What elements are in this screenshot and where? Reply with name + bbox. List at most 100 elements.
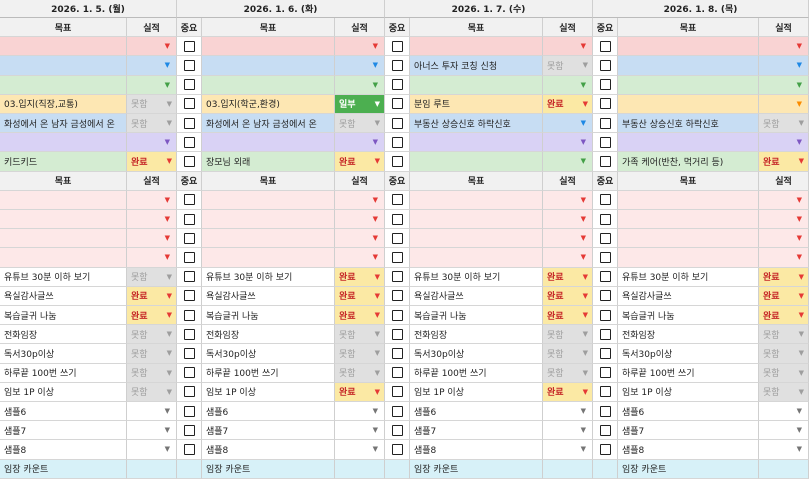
goal-cell[interactable] bbox=[410, 210, 543, 230]
goal-cell[interactable] bbox=[0, 133, 127, 153]
chevron-down-icon[interactable]: ▼ bbox=[799, 311, 804, 319]
status-chip[interactable]: 일부 ▼ bbox=[335, 94, 384, 113]
goal-cell[interactable]: 독서30p이상 bbox=[0, 344, 127, 364]
importance-checkbox-cell[interactable] bbox=[177, 248, 202, 268]
result-dropdown[interactable]: ▼ bbox=[759, 402, 809, 422]
importance-checkbox-cell[interactable] bbox=[385, 56, 410, 76]
goal-cell[interactable]: 임보 1P 이상 bbox=[618, 382, 759, 402]
chevron-down-icon[interactable]: ▼ bbox=[167, 388, 172, 396]
goal-cell[interactable]: 분임 루트 bbox=[410, 94, 543, 114]
checkbox-icon[interactable] bbox=[183, 424, 195, 436]
checkbox-icon[interactable] bbox=[391, 213, 403, 225]
result-dropdown[interactable]: 못함 ▼ bbox=[335, 325, 385, 345]
result-dropdown[interactable]: 못함 ▼ bbox=[759, 114, 809, 134]
chevron-down-icon[interactable]: ▼ bbox=[167, 292, 172, 300]
checkbox-icon[interactable] bbox=[599, 40, 611, 52]
result-dropdown[interactable]: ▼ bbox=[759, 94, 809, 114]
importance-checkbox-cell[interactable] bbox=[385, 152, 410, 172]
chevron-down-icon[interactable]: ▼ bbox=[375, 369, 380, 377]
importance-checkbox-cell[interactable] bbox=[593, 56, 618, 76]
goal-cell[interactable]: 샘플6 bbox=[410, 402, 543, 422]
importance-checkbox-cell[interactable] bbox=[593, 210, 618, 230]
result-dropdown[interactable]: ▼ bbox=[127, 210, 177, 230]
chevron-down-icon[interactable]: ▼ bbox=[375, 388, 380, 396]
goal-cell[interactable]: 하루끝 100번 쓰기 bbox=[410, 363, 543, 383]
status-chip[interactable]: 못함 ▼ bbox=[335, 114, 384, 133]
checkbox-icon[interactable] bbox=[391, 309, 403, 321]
result-dropdown[interactable]: 완료 ▼ bbox=[127, 152, 177, 172]
importance-checkbox-cell[interactable] bbox=[385, 363, 410, 383]
goal-cell[interactable] bbox=[202, 229, 335, 249]
result-dropdown[interactable]: 완료 ▼ bbox=[335, 267, 385, 287]
result-dropdown[interactable]: 못함 ▼ bbox=[543, 56, 593, 76]
status-chip[interactable]: 완료 ▼ bbox=[335, 286, 384, 305]
goal-cell[interactable]: 샘플8 bbox=[0, 440, 127, 460]
importance-checkbox-cell[interactable] bbox=[593, 306, 618, 326]
importance-checkbox-cell[interactable] bbox=[593, 229, 618, 249]
chevron-down-icon[interactable]: ▼ bbox=[165, 407, 170, 415]
goal-cell[interactable]: 유튜브 30분 이하 보기 bbox=[202, 267, 335, 287]
result-dropdown[interactable]: 못함 ▼ bbox=[759, 325, 809, 345]
chevron-down-icon[interactable]: ▼ bbox=[373, 196, 378, 204]
result-dropdown[interactable]: ▼ bbox=[127, 229, 177, 249]
chevron-down-icon[interactable]: ▼ bbox=[799, 292, 804, 300]
importance-checkbox-cell[interactable] bbox=[177, 402, 202, 422]
goal-cell[interactable] bbox=[0, 229, 127, 249]
status-chip[interactable]: 못함 ▼ bbox=[759, 363, 808, 382]
goal-cell[interactable] bbox=[0, 37, 127, 57]
status-chip[interactable]: 완료 ▼ bbox=[759, 306, 808, 325]
importance-checkbox-cell[interactable] bbox=[385, 75, 410, 95]
goal-cell[interactable] bbox=[618, 94, 759, 114]
status-chip[interactable]: 완료 ▼ bbox=[543, 94, 592, 113]
importance-checkbox-cell[interactable] bbox=[177, 133, 202, 153]
goal-cell[interactable]: 복습글귀 나눔 bbox=[0, 306, 127, 326]
chevron-down-icon[interactable]: ▼ bbox=[799, 369, 804, 377]
chevron-down-icon[interactable]: ▼ bbox=[799, 349, 804, 357]
chevron-down-icon[interactable]: ▼ bbox=[373, 81, 378, 89]
result-dropdown[interactable]: 못함 ▼ bbox=[335, 344, 385, 364]
chevron-down-icon[interactable]: ▼ bbox=[797, 196, 802, 204]
goal-cell[interactable]: 03.입지(직장,교통) bbox=[0, 94, 127, 114]
checkbox-icon[interactable] bbox=[391, 117, 403, 129]
status-chip[interactable]: 완료 ▼ bbox=[543, 382, 592, 401]
goal-cell[interactable]: 부동산 상승신호 하락신호 bbox=[410, 114, 543, 134]
chevron-down-icon[interactable]: ▼ bbox=[375, 311, 380, 319]
goal-cell[interactable] bbox=[410, 190, 543, 210]
chevron-down-icon[interactable]: ▼ bbox=[583, 292, 588, 300]
result-dropdown[interactable]: 못함 ▼ bbox=[543, 344, 593, 364]
result-dropdown[interactable]: ▼ bbox=[335, 210, 385, 230]
status-chip[interactable]: 못함 ▼ bbox=[543, 344, 592, 363]
chevron-down-icon[interactable]: ▼ bbox=[799, 388, 804, 396]
goal-cell[interactable]: 하루끝 100번 쓰기 bbox=[618, 363, 759, 383]
importance-checkbox-cell[interactable] bbox=[593, 382, 618, 402]
chevron-down-icon[interactable]: ▼ bbox=[375, 349, 380, 357]
goal-cell[interactable]: 유튜브 30분 이하 보기 bbox=[0, 267, 127, 287]
goal-cell[interactable] bbox=[410, 133, 543, 153]
result-dropdown[interactable]: ▼ bbox=[543, 37, 593, 57]
chevron-down-icon[interactable]: ▼ bbox=[581, 157, 586, 165]
importance-checkbox-cell[interactable] bbox=[385, 229, 410, 249]
chevron-down-icon[interactable]: ▼ bbox=[165, 138, 170, 146]
result-dropdown[interactable]: ▼ bbox=[543, 229, 593, 249]
result-dropdown[interactable]: 못함 ▼ bbox=[127, 363, 177, 383]
importance-checkbox-cell[interactable] bbox=[177, 210, 202, 230]
chevron-down-icon[interactable]: ▼ bbox=[583, 388, 588, 396]
importance-checkbox-cell[interactable] bbox=[593, 37, 618, 57]
checkbox-icon[interactable] bbox=[391, 194, 403, 206]
checkbox-icon[interactable] bbox=[599, 386, 611, 398]
result-dropdown[interactable]: ▼ bbox=[543, 114, 593, 134]
status-chip[interactable]: 못함 ▼ bbox=[543, 363, 592, 382]
importance-checkbox-cell[interactable] bbox=[177, 56, 202, 76]
result-dropdown[interactable]: ▼ bbox=[127, 37, 177, 57]
chevron-down-icon[interactable]: ▼ bbox=[373, 426, 378, 434]
status-chip[interactable]: 못함 ▼ bbox=[127, 344, 176, 363]
result-dropdown[interactable]: 완료 ▼ bbox=[759, 152, 809, 172]
importance-checkbox-cell[interactable] bbox=[385, 190, 410, 210]
importance-checkbox-cell[interactable] bbox=[385, 248, 410, 268]
chevron-down-icon[interactable]: ▼ bbox=[373, 253, 378, 261]
chevron-down-icon[interactable]: ▼ bbox=[373, 61, 378, 69]
chevron-down-icon[interactable]: ▼ bbox=[581, 81, 586, 89]
importance-checkbox-cell[interactable] bbox=[385, 267, 410, 287]
chevron-down-icon[interactable]: ▼ bbox=[583, 100, 588, 108]
importance-checkbox-cell[interactable] bbox=[177, 267, 202, 287]
